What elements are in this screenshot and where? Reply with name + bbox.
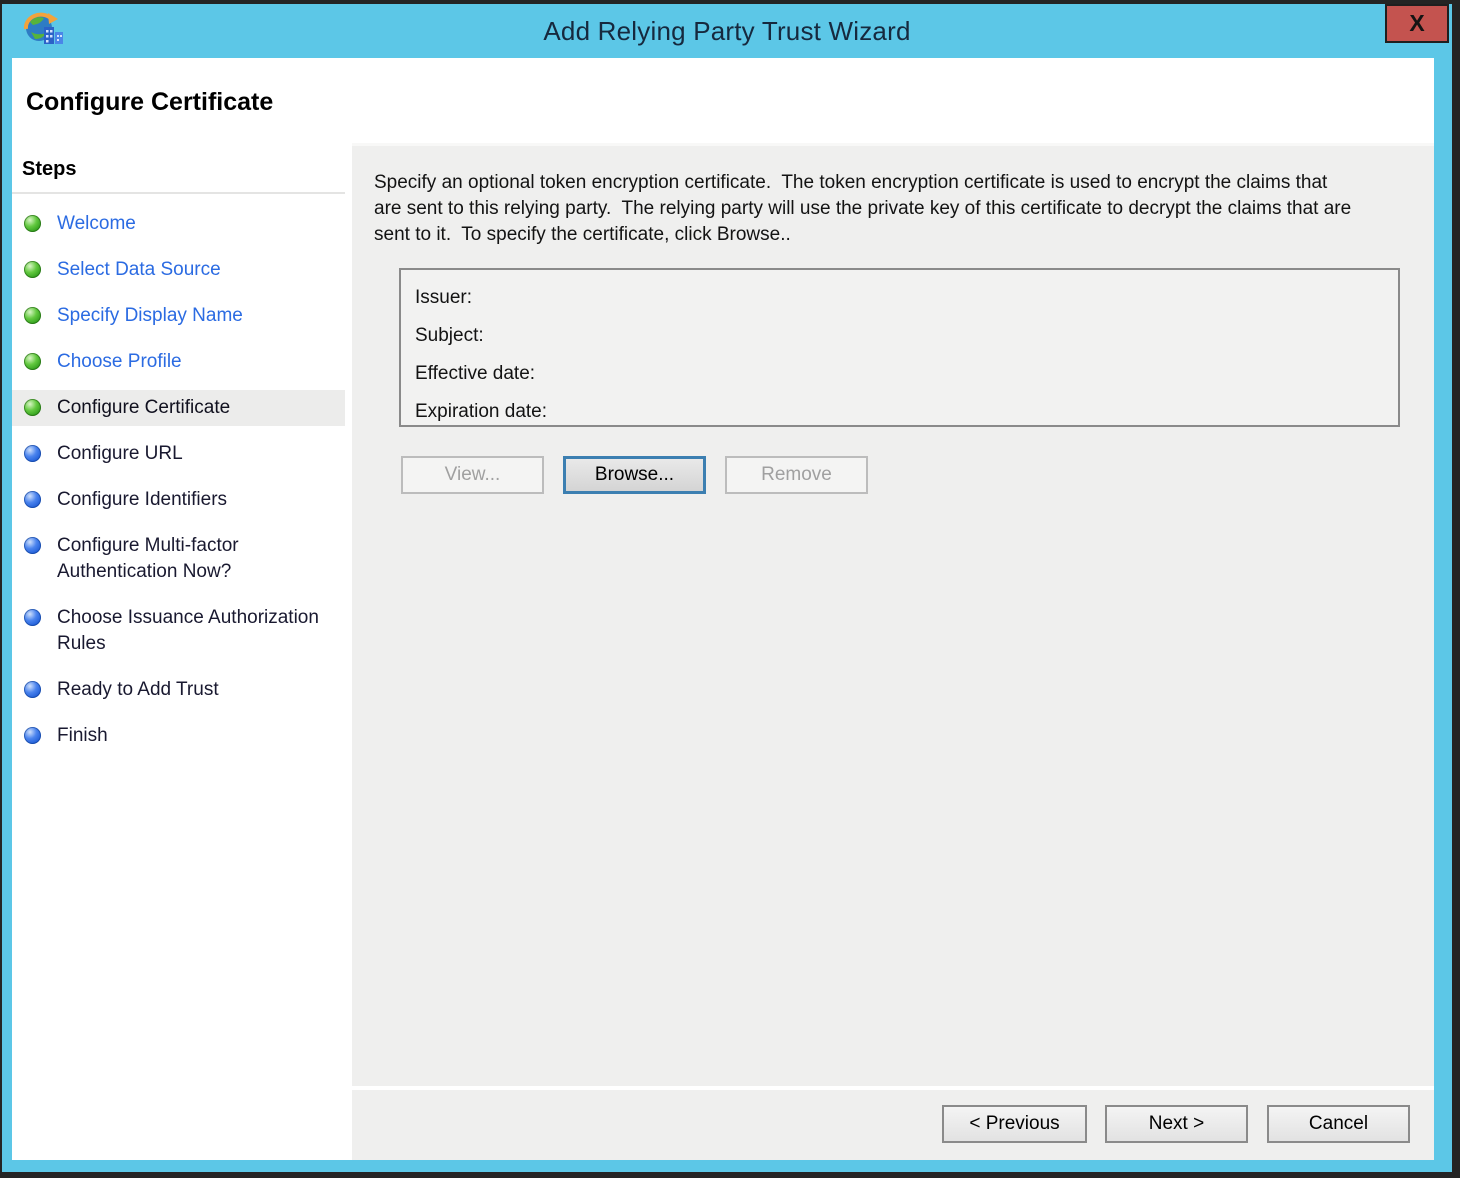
certificate-field-label: Subject:: [415, 325, 484, 346]
previous-button[interactable]: < Previous: [942, 1105, 1087, 1143]
cancel-button[interactable]: Cancel: [1267, 1105, 1410, 1143]
footer-bar: < Previous Next > Cancel: [352, 1086, 1434, 1160]
certificate-actions: View... Browse... Remove: [401, 456, 868, 494]
remove-button: Remove: [725, 456, 868, 494]
wizard-window: Add Relying Party Trust Wizard X Configu…: [2, 4, 1452, 1172]
step-bullet-blue-icon: [24, 445, 41, 462]
step-label: Configure URL: [57, 443, 183, 464]
certificate-field-label: Issuer:: [415, 287, 473, 308]
step-label: Configure Identifiers: [57, 489, 228, 510]
step-bullet-blue-icon: [24, 537, 41, 554]
step-label: Welcome: [57, 213, 136, 234]
step-item-choose-profile[interactable]: Choose Profile: [12, 344, 345, 380]
step-label: Choose Profile: [57, 351, 182, 372]
step-bullet-blue-icon: [24, 491, 41, 508]
wizard-body: Configure Certificate Steps Welcome Selec…: [12, 58, 1434, 1160]
step-item-choose-issuance-authorization-rules: Choose Issuance Authorization Rules: [12, 600, 345, 662]
step-label: Specify Display Name: [57, 305, 243, 326]
step-item-ready-to-add-trust: Ready to Add Trust: [12, 672, 345, 708]
step-label: Configure Multi-factor Authentication No…: [57, 535, 239, 582]
page-header: Configure Certificate: [12, 58, 1434, 143]
step-bullet-green-icon: [24, 215, 41, 232]
title-bar[interactable]: Add Relying Party Trust Wizard X: [2, 4, 1452, 58]
step-bullet-blue-icon: [24, 609, 41, 626]
certificate-box: Issuer: Subject: Effective date: Expiration…: [399, 268, 1400, 427]
step-bullet-green-icon: [24, 261, 41, 278]
browse-button[interactable]: Browse...: [563, 456, 706, 494]
step-bullet-green-icon: [24, 399, 41, 416]
step-label: Ready to Add Trust: [57, 679, 219, 700]
window-title: Add Relying Party Trust Wizard: [543, 16, 911, 46]
step-label: Finish: [57, 725, 108, 746]
step-item-configure-identifiers: Configure Identifiers: [12, 482, 345, 518]
step-label: Choose Issuance Authorization Rules: [57, 607, 319, 654]
step-label: Configure Certificate: [57, 397, 231, 418]
page-description: Specify an optional token encryption cer…: [374, 172, 1357, 245]
close-button[interactable]: X: [1385, 4, 1449, 43]
step-item-welcome[interactable]: Welcome: [12, 206, 345, 242]
certificate-field-label: Effective date:: [415, 363, 536, 384]
step-item-specify-display-name[interactable]: Specify Display Name: [12, 298, 345, 334]
steps-list: Welcome Select Data Source Specify Display…: [12, 206, 345, 754]
view-button: View...: [401, 456, 544, 494]
step-item-finish: Finish: [12, 718, 345, 754]
next-button[interactable]: Next >: [1105, 1105, 1248, 1143]
step-item-select-data-source[interactable]: Select Data Source: [12, 252, 345, 288]
step-item-configure-url: Configure URL: [12, 436, 345, 472]
steps-header: Steps: [22, 158, 77, 180]
steps-sidebar: Steps Welcome Select Data Source Specify D…: [12, 143, 345, 1160]
step-bullet-green-icon: [24, 353, 41, 370]
step-item-configure-multi-factor-authentication-now: Configure Multi-factor Authentication No…: [12, 528, 345, 590]
step-bullet-blue-icon: [24, 681, 41, 698]
step-item-configure-certificate: Configure Certificate: [12, 390, 345, 426]
certificate-field-label: Expiration date:: [415, 401, 548, 422]
step-bullet-green-icon: [24, 307, 41, 324]
step-bullet-blue-icon: [24, 727, 41, 744]
content-panel: Specify an optional token encryption cer…: [352, 143, 1434, 1160]
page-title: Configure Certificate: [26, 88, 274, 116]
steps-divider: [12, 192, 345, 194]
step-label: Select Data Source: [57, 259, 221, 280]
